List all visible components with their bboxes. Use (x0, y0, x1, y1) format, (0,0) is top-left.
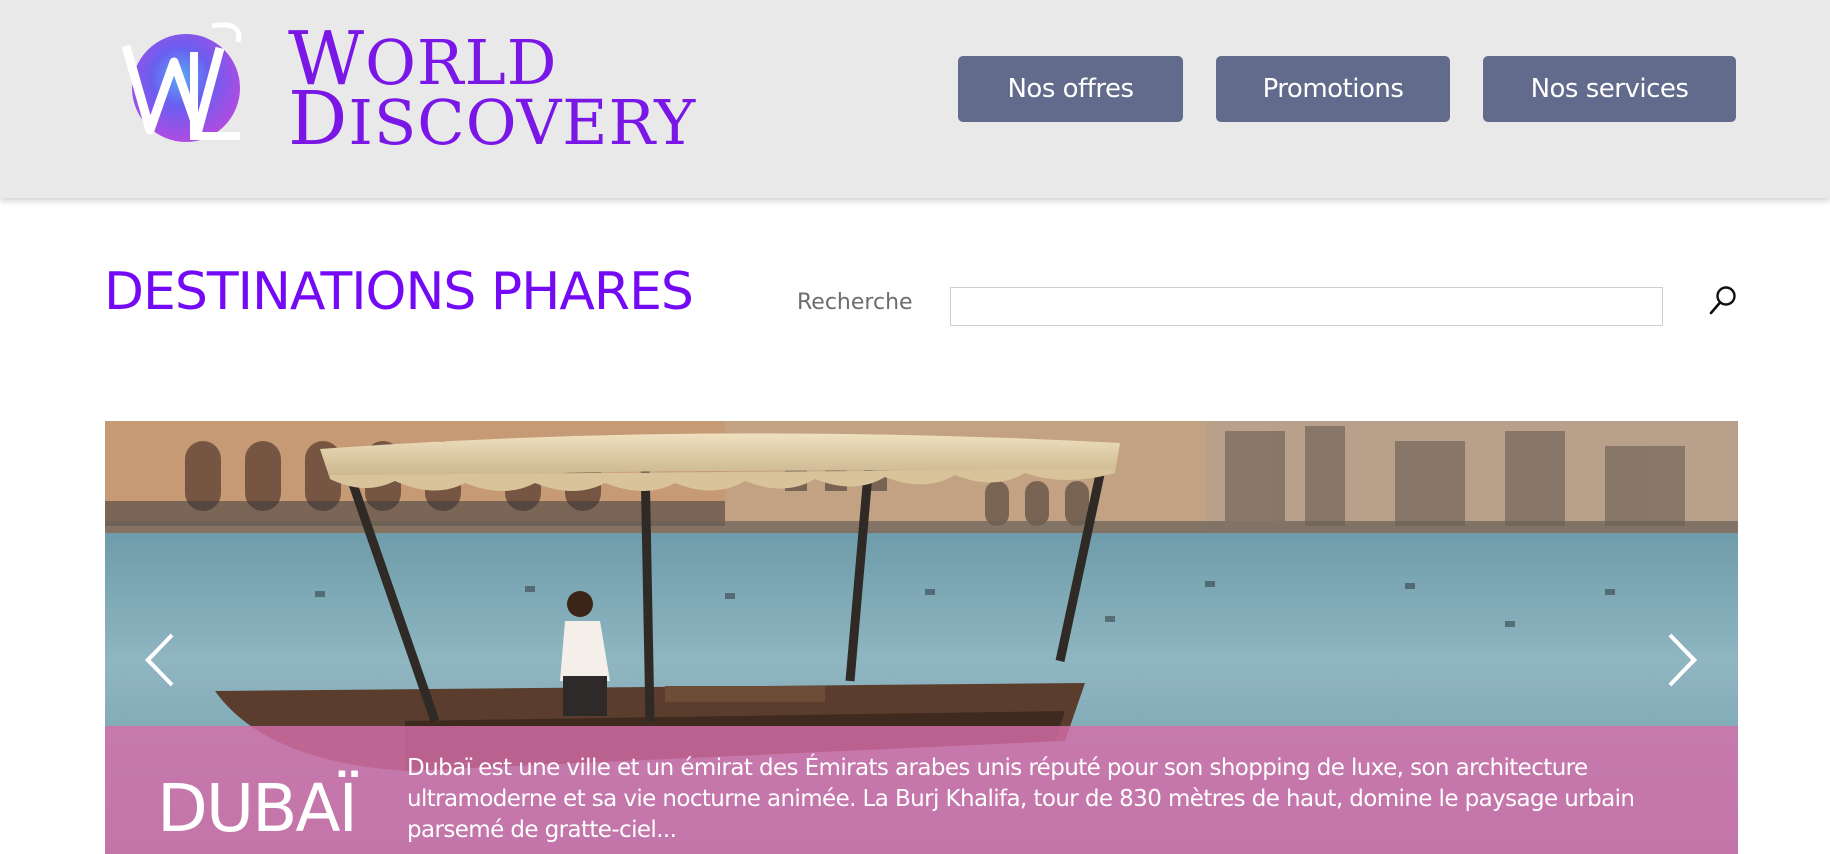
search-input[interactable] (950, 287, 1663, 326)
site-header: WORLD DISCOVERY Nos offres Promotions No… (0, 0, 1830, 198)
slide-caption: DUBAÏ Dubaï est une ville et un émirat d… (105, 726, 1738, 854)
brand-line-1: WORLD (288, 16, 558, 102)
search-icon[interactable] (1708, 284, 1738, 318)
nos-offres-button[interactable]: Nos offres (958, 56, 1183, 122)
chevron-right-icon[interactable] (1660, 631, 1704, 689)
nos-services-button[interactable]: Nos services (1483, 56, 1736, 122)
destination-title[interactable]: DUBAÏ (157, 770, 358, 847)
promotions-button[interactable]: Promotions (1216, 56, 1450, 122)
destinations-carousel: DUBAÏ Dubaï est une ville et un émirat d… (105, 421, 1738, 854)
chevron-left-icon[interactable] (138, 631, 182, 689)
wd-logo-icon[interactable] (116, 18, 256, 154)
brand-line-2: DISCOVERY (288, 76, 697, 162)
brand-wordmark[interactable]: WORLD DISCOVERY (288, 16, 697, 162)
search-label: Recherche (797, 290, 913, 315)
destination-description: Dubaï est une ville et un émirat des Émi… (407, 755, 1635, 843)
page-title: DESTINATIONS PHARES (104, 262, 694, 322)
